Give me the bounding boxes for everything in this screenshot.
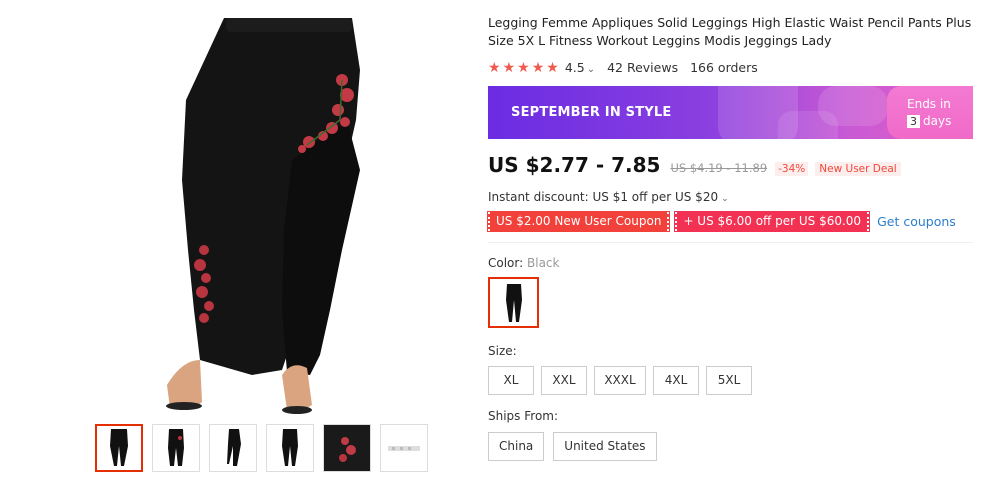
thumbnail-6[interactable] [380,424,428,472]
ships-option-united-states[interactable]: United States [553,432,657,461]
reviews-link[interactable]: 42 Reviews [607,60,678,75]
size-option-xxl[interactable]: XXL [541,366,587,395]
thumbnail-4[interactable] [266,424,314,472]
size-label: Size: [488,344,517,358]
thumbnail-1[interactable] [95,424,143,472]
orders-count: 166 orders [690,60,758,75]
store-coupon[interactable]: + US $6.00 off per US $60.00 [674,211,871,232]
rating-row: ★ ★ ★ ★ ★ 4.5 ⌄ 42 Reviews 166 orders [488,60,976,75]
size-options: XL XXL XXXL 4XL 5XL [488,366,976,395]
instant-discount-text: Instant discount: US $1 off per US $20 [488,190,719,204]
star-icon: ★ [488,59,501,76]
instant-discount[interactable]: Instant discount: US $1 off per US $20 ⌄ [488,190,976,204]
size-option-4xl[interactable]: 4XL [653,366,699,395]
promo-title: SEPTEMBER IN STYLE [511,105,672,120]
chevron-down-icon: ⌄ [586,64,596,75]
thumbnail-strip [95,424,428,472]
price-row: US $2.77 - 7.85 US $4.19 - 11.89 -34% Ne… [488,153,976,177]
promo-countdown: Ends in 3 days [887,86,973,139]
thumbnail-2[interactable] [152,424,200,472]
ships-option-china[interactable]: China [488,432,545,461]
days-label: days [923,114,952,128]
current-price: US $2.77 - 7.85 [488,153,661,177]
size-option-xxxl[interactable]: XXXL [594,366,646,395]
color-label-text: Color: [488,256,524,270]
main-product-image[interactable] [142,10,392,415]
color-label: Color: Black [488,256,976,270]
size-option-5xl[interactable]: 5XL [706,366,752,395]
rating-value: 4.5 [564,60,585,75]
original-price: US $4.19 - 11.89 [670,161,768,175]
ships-from-options: China United States [488,432,976,461]
product-info: Legging Femme Appliques Solid Leggings H… [486,14,976,461]
thumbnail-3[interactable] [209,424,257,472]
product-title: Legging Femme Appliques Solid Leggings H… [488,15,972,48]
ships-from-label: Ships From: [488,409,559,423]
discount-badge: -34% [775,162,809,176]
get-coupons-link[interactable]: Get coupons [877,214,956,229]
chevron-down-icon: ⌄ [721,194,729,204]
rating-dropdown[interactable]: 4.5 ⌄ [565,60,595,75]
new-user-deal-badge: New User Deal [815,162,901,176]
star-icon: ★ [546,59,559,76]
days-number: 3 [907,115,920,128]
promo-banner[interactable]: SEPTEMBER IN STYLE Ends in 3 days [488,86,973,139]
new-user-coupon[interactable]: US $2.00 New User Coupon [486,211,671,232]
size-option-xl[interactable]: XL [488,366,534,395]
divider [488,242,973,243]
color-swatch-black[interactable] [488,277,539,328]
thumbnail-5[interactable] [323,424,371,472]
coupon-row: US $2.00 New User Coupon + US $6.00 off … [486,211,976,232]
star-icon: ★ [517,59,530,76]
star-icon: ★ [502,59,516,76]
color-value: Black [527,256,560,270]
star-icon: ★ [531,59,545,76]
star-rating: ★ ★ ★ ★ ★ [488,61,559,75]
ends-in-label: Ends in [907,97,951,111]
